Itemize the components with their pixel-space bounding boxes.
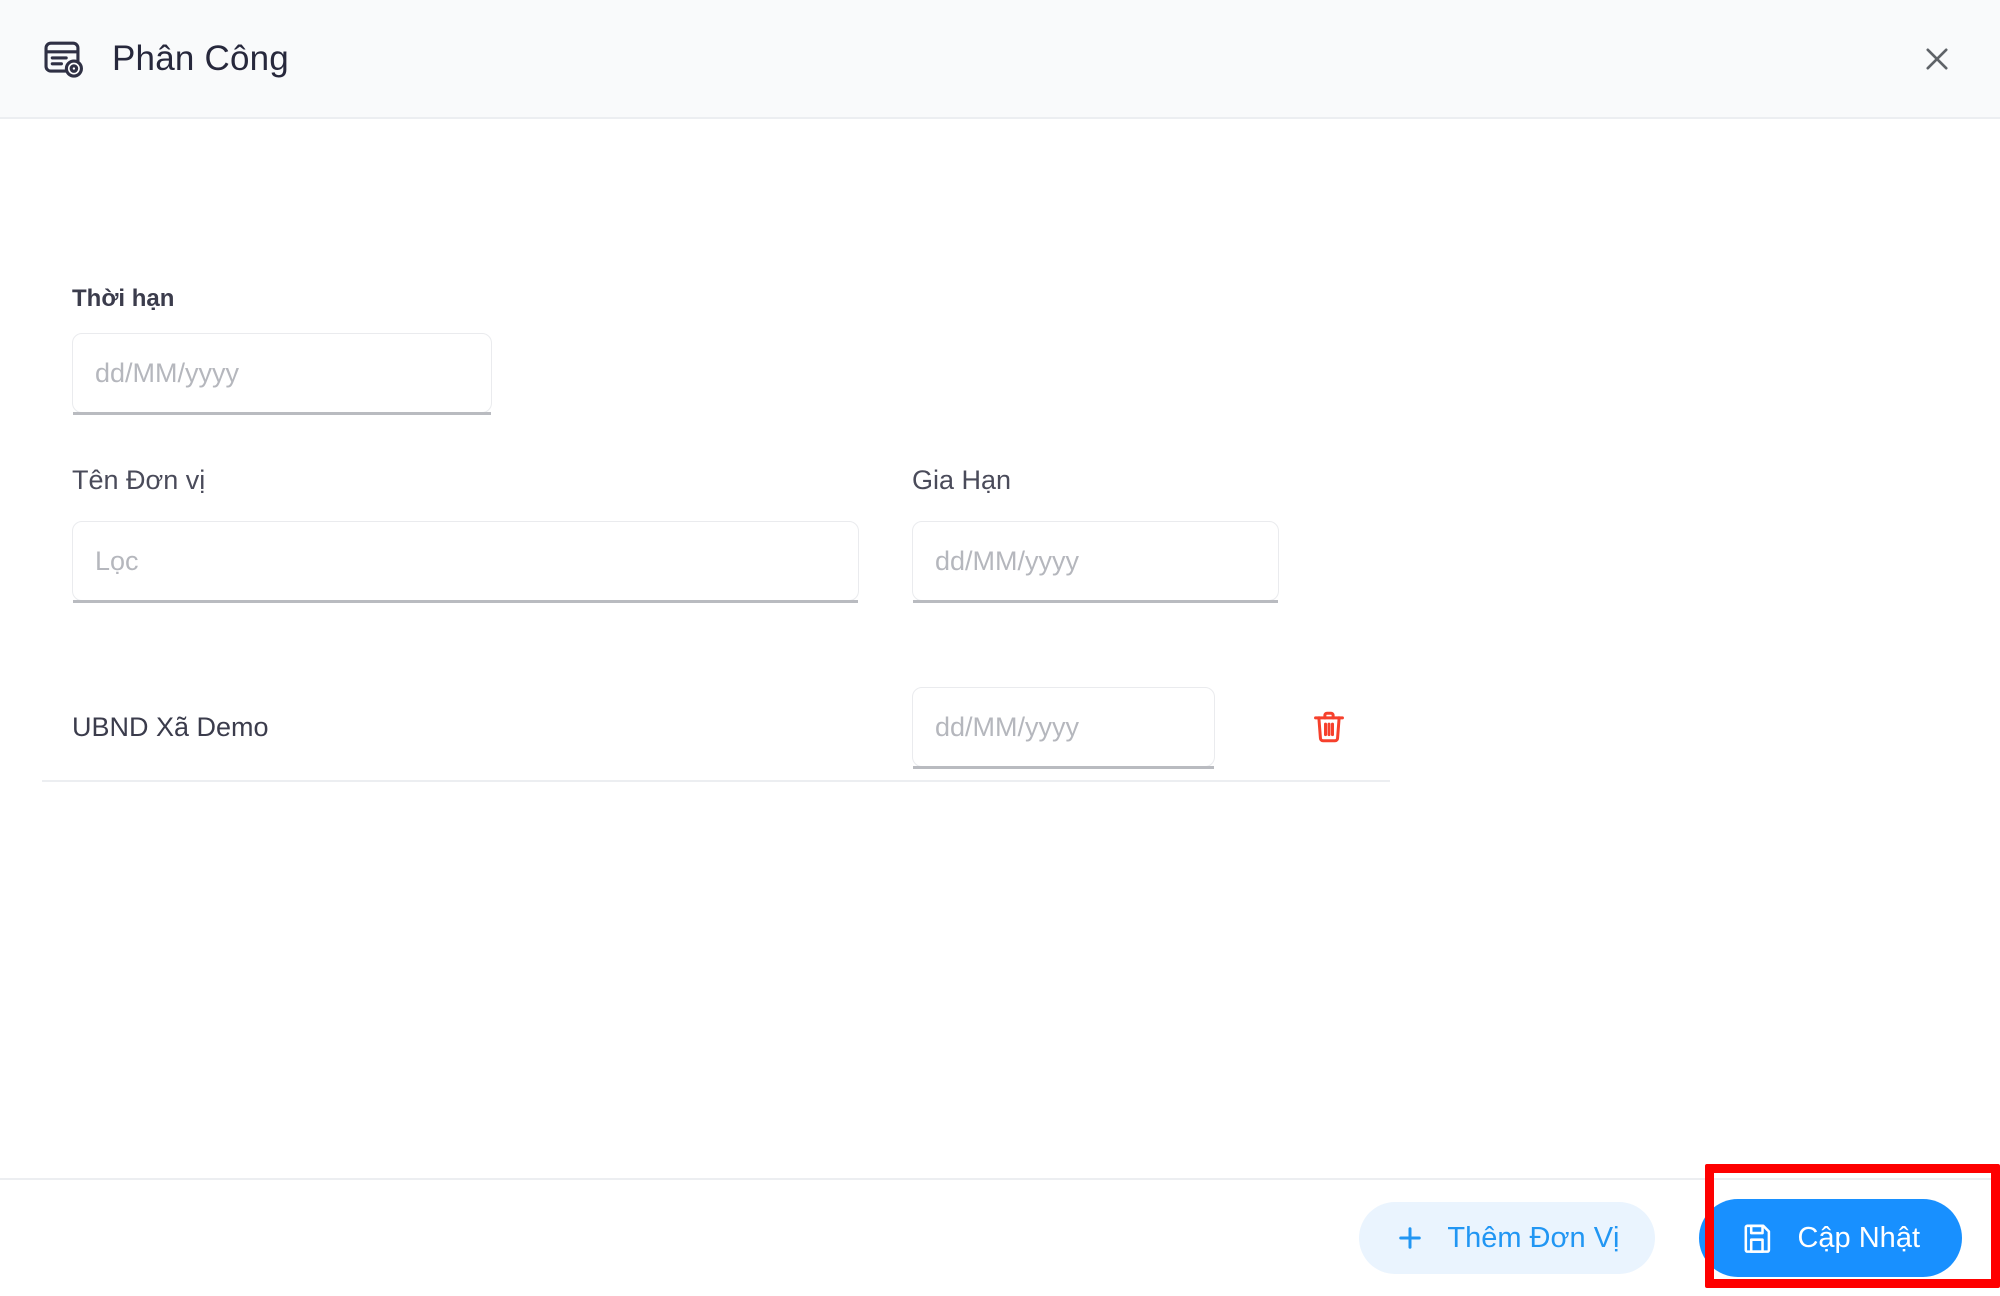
filter-row: Tên Đơn vị Gia Hạn bbox=[72, 465, 1322, 603]
unit-name-filter-wrapper[interactable] bbox=[72, 521, 859, 603]
dialog-header-left: Phân Công bbox=[42, 37, 1908, 81]
deadline-label: Thời hạn bbox=[72, 285, 175, 312]
extension-label: Gia Hạn bbox=[912, 465, 1012, 495]
deadline-input-wrapper[interactable] bbox=[72, 333, 492, 415]
dialog-header: Phân Công bbox=[0, 0, 2000, 119]
extension-input-wrapper[interactable] bbox=[912, 521, 1279, 603]
unit-name-field-group: Tên Đơn vị bbox=[72, 465, 912, 603]
close-icon bbox=[1920, 42, 1954, 76]
extension-input[interactable] bbox=[935, 545, 1256, 577]
update-label: Cập Nhật bbox=[1797, 1221, 1920, 1254]
unit-row-date-wrapper[interactable] bbox=[912, 687, 1215, 769]
delete-row-button[interactable] bbox=[1297, 695, 1361, 759]
table-row: UBND Xã Demo bbox=[42, 674, 1390, 782]
assignment-card-gear-icon bbox=[42, 37, 86, 81]
deadline-input[interactable] bbox=[95, 357, 469, 389]
extension-field-group: Gia Hạn bbox=[912, 465, 1282, 603]
add-unit-button[interactable]: Thêm Đơn Vị bbox=[1359, 1202, 1656, 1274]
unit-name-label: Tên Đơn vị bbox=[72, 465, 206, 495]
unit-name-filter-input[interactable] bbox=[95, 545, 836, 577]
unit-row-date-input[interactable] bbox=[935, 711, 1192, 743]
footer-actions: Thêm Đơn Vị Cập Nhật bbox=[1359, 1199, 1962, 1277]
plus-icon bbox=[1395, 1223, 1425, 1253]
dialog-body: Thời hạn Tên Đơn vị Gia Hạn UBND Xã D bbox=[0, 119, 2000, 1178]
phan-cong-dialog: Phân Công Thời hạn Tên Đơn vị bbox=[0, 0, 2000, 1296]
trash-icon bbox=[1310, 708, 1348, 746]
update-button[interactable]: Cập Nhật bbox=[1699, 1199, 1962, 1277]
add-unit-label: Thêm Đơn Vị bbox=[1447, 1221, 1620, 1254]
unit-row-date-cell bbox=[912, 687, 1297, 769]
save-icon bbox=[1741, 1221, 1775, 1255]
dialog-footer: Thêm Đơn Vị Cập Nhật bbox=[0, 1178, 2000, 1296]
unit-row-name: UBND Xã Demo bbox=[72, 711, 269, 742]
close-button[interactable] bbox=[1908, 30, 1966, 88]
dialog-title: Phân Công bbox=[112, 39, 289, 78]
deadline-field-group: Thời hạn bbox=[72, 285, 492, 415]
